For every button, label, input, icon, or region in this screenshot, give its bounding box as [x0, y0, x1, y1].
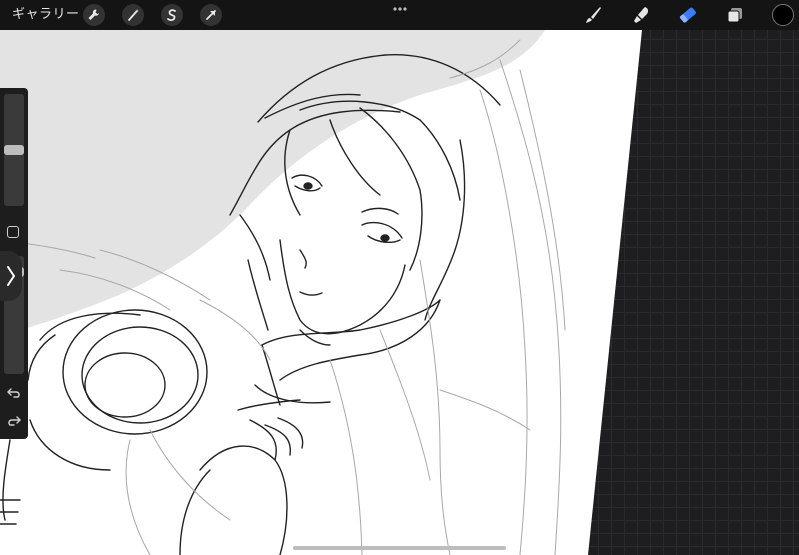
wrench-icon[interactable]	[83, 4, 105, 26]
gallery-button[interactable]: ギャラリー	[12, 6, 80, 24]
magic-wand-icon[interactable]	[122, 4, 144, 26]
sidebar-expand-icon[interactable]	[0, 251, 22, 301]
top-toolbar: ギャラリー	[0, 0, 799, 30]
brush-size-slider[interactable]	[4, 94, 24, 206]
selection-icon[interactable]	[161, 4, 183, 26]
modify-square-icon[interactable]	[7, 226, 19, 238]
layers-icon[interactable]	[723, 4, 747, 26]
undo-icon[interactable]	[6, 386, 22, 400]
color-swatch[interactable]	[772, 4, 794, 26]
redo-icon[interactable]	[6, 414, 22, 428]
smudge-icon[interactable]	[629, 4, 653, 26]
brush-size-thumb[interactable]	[4, 145, 24, 155]
transform-arrow-icon[interactable]	[200, 4, 222, 26]
eraser-icon[interactable]	[676, 4, 700, 26]
more-options-icon[interactable]	[392, 4, 408, 14]
home-indicator[interactable]	[293, 546, 506, 550]
drawing-canvas[interactable]	[0, 0, 799, 555]
brush-icon[interactable]	[581, 4, 605, 26]
